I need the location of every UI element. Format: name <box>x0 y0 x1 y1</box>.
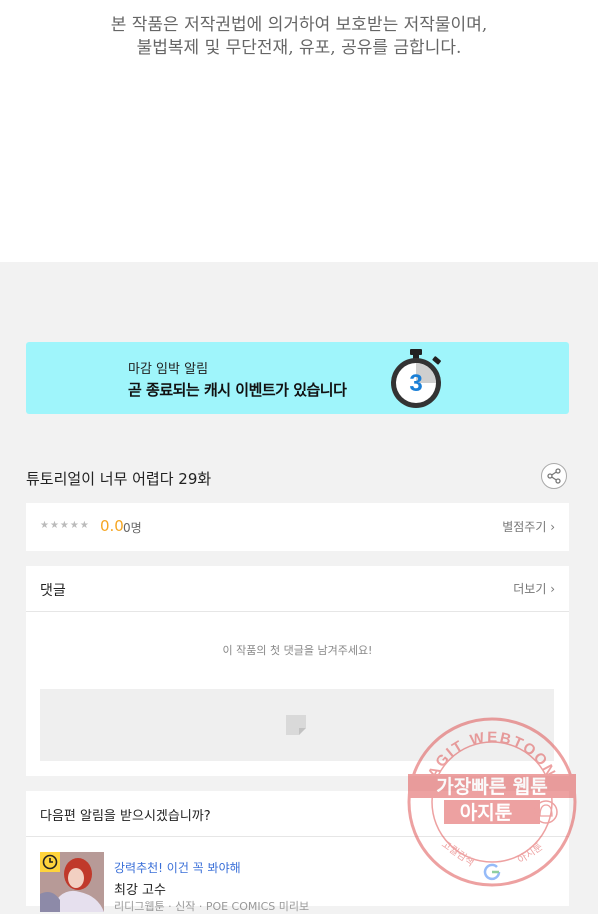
google-icon <box>483 863 501 881</box>
rating-count: 0명 <box>123 521 142 535</box>
rating-stars: ★★★★★ <box>40 520 90 531</box>
watermark-bottom-right: 아지툰 <box>516 841 545 867</box>
watermark-stamp: AGIT WEBTOON 가장빠른 웹툰 아지툰 고퀄검색 아지툰 <box>407 717 577 887</box>
rate-button[interactable]: 별점주기 › <box>502 518 555 535</box>
watermark-line-1: 가장빠른 웹툰 <box>436 776 548 798</box>
rating-score: 0.0 <box>100 517 124 535</box>
comment-header: 댓글 더보기 › <box>26 566 569 612</box>
rating-card: ★★★★★ 0.0 0명 별점주기 › <box>26 503 569 551</box>
watermark-arc-text: AGIT WEBTOON <box>425 729 558 781</box>
svg-text:AGIT WEBTOON: AGIT WEBTOON <box>425 729 560 781</box>
comment-title: 댓글 <box>40 583 66 599</box>
watermark-line-2: 아지툰 <box>460 802 512 824</box>
recommend-title[interactable]: 최강 고수 <box>114 879 166 898</box>
share-button[interactable] <box>541 463 567 489</box>
copyright-line-1: 본 작품은 저작권법에 의거하여 보호받는 저작물이며, <box>110 15 488 35</box>
comment-more-link[interactable]: 더보기 › <box>513 580 555 597</box>
recommend-tag[interactable]: 강력추천! 이건 꼭 봐야해 <box>114 859 241 876</box>
share-icon <box>547 468 561 484</box>
episode-title: 튜토리얼이 너무 어렵다 29화 <box>26 470 212 488</box>
copyright-notice: 본 작품은 저작권법에 의거하여 보호받는 저작물이며, 불법복제 및 무단전재… <box>0 14 598 60</box>
stopwatch-icon: 3 <box>391 349 441 408</box>
banner-subtitle: 마감 임박 알림 <box>128 362 209 377</box>
clock-icon <box>42 854 58 870</box>
timer-number: 3 <box>409 370 422 397</box>
recommend-meta: 리디그웹툰 · 신작 · POE COMICS 미리보 <box>114 900 310 913</box>
banner-title: 곧 종료되는 캐시 이벤트가 있습니다 <box>128 381 347 399</box>
copyright-area: 본 작품은 저작권법에 의거하여 보호받는 저작물이며, 불법복제 및 무단전재… <box>0 0 598 262</box>
watermark-bottom-left: 고퀄검색 <box>439 838 476 869</box>
copyright-line-2: 불법복제 및 무단전재, 유포, 공유를 금합니다. <box>136 38 462 58</box>
recommend-thumbnail[interactable] <box>40 852 104 912</box>
cash-event-banner[interactable]: 마감 임박 알림 곧 종료되는 캐시 이벤트가 있습니다 3 <box>26 342 569 414</box>
comment-placeholder-icon <box>286 715 306 735</box>
notify-title: 다음편 알림을 받으시겠습니까? <box>40 809 211 824</box>
comment-empty-message: 이 작품의 첫 댓글을 남겨주세요! <box>222 644 373 657</box>
recommend-badge <box>40 852 60 872</box>
